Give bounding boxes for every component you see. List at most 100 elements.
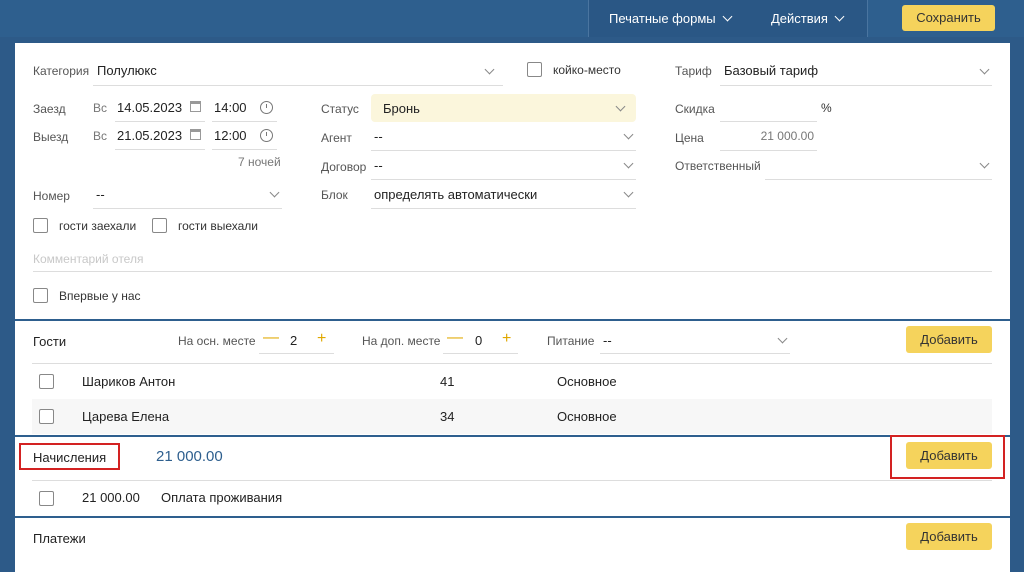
guests-in-checkbox[interactable] xyxy=(33,218,48,233)
table-row[interactable]: 21 000.00 Оплата проживания xyxy=(32,481,992,515)
guest-checkbox[interactable] xyxy=(39,409,54,424)
agent-select[interactable]: -- xyxy=(371,124,636,150)
contract-select[interactable]: -- xyxy=(371,153,636,179)
clock-icon[interactable] xyxy=(260,129,273,142)
main-place-label: На осн. месте xyxy=(178,334,256,348)
top-menu: Печатные формы Действия xyxy=(588,0,868,37)
block-select[interactable]: определять автоматически xyxy=(371,182,636,208)
payments-divider xyxy=(15,516,1010,518)
tariff-select[interactable]: Базовый тариф xyxy=(720,58,992,85)
guests-title: Гости xyxy=(33,334,67,349)
guest-age: 41 xyxy=(440,374,455,389)
table-row[interactable]: Шариков Антон 41 Основное xyxy=(32,364,992,399)
extra-place-underline xyxy=(443,353,518,354)
block-label: Блок xyxy=(321,188,348,202)
checkout-date-input[interactable]: 21.05.2023 xyxy=(115,123,205,149)
guest-place: Основное xyxy=(557,374,617,389)
table-row[interactable]: Царева Елена 34 Основное xyxy=(32,399,992,434)
checkout-label: Выезд xyxy=(33,130,69,144)
block-underline xyxy=(371,208,636,209)
guests-out-label: гости выехали xyxy=(178,219,258,233)
plus-icon[interactable]: + xyxy=(502,330,511,348)
charge-amount: 21 000.00 xyxy=(82,490,140,505)
meal-value: -- xyxy=(603,333,612,348)
tariff-value: Базовый тариф xyxy=(724,63,819,78)
save-button[interactable]: Сохранить xyxy=(902,5,995,31)
discount-underline xyxy=(720,121,817,122)
checkin-date-underline xyxy=(115,121,205,122)
tariff-label: Тариф xyxy=(675,64,712,78)
chevron-down-icon xyxy=(623,158,634,169)
checkin-time-input[interactable]: 14:00 xyxy=(212,95,277,121)
first-time-checkbox[interactable] xyxy=(33,288,48,303)
checkout-time-underline xyxy=(212,149,277,150)
checkout-date-value: 21.05.2023 xyxy=(117,128,183,143)
charges-total: 21 000.00 xyxy=(156,448,223,465)
checkout-date-underline xyxy=(115,149,205,150)
meal-select[interactable]: -- xyxy=(600,328,790,353)
add-payment-button[interactable]: Добавить xyxy=(906,523,992,550)
bed-place-checkbox[interactable] xyxy=(527,62,542,77)
checkout-time-input[interactable]: 12:00 xyxy=(212,123,277,149)
calendar-icon[interactable] xyxy=(190,101,201,112)
plus-icon[interactable]: + xyxy=(317,330,326,348)
category-value: Полулюкс xyxy=(97,63,157,78)
contract-label: Договор xyxy=(321,160,367,174)
price-value: 21 000.00 xyxy=(760,129,814,143)
guests-divider xyxy=(15,319,1010,321)
nights-count: 7 ночей xyxy=(238,155,281,169)
chevron-down-icon xyxy=(777,333,788,344)
actions-menu[interactable]: Действия xyxy=(771,0,845,37)
chevron-down-icon xyxy=(722,11,733,22)
discount-input[interactable] xyxy=(720,95,817,121)
checkin-time-value: 14:00 xyxy=(214,100,247,115)
top-bar: Печатные формы Действия Сохранить xyxy=(0,0,1024,37)
discount-label: Скидка xyxy=(675,102,715,116)
clock-icon[interactable] xyxy=(260,101,273,114)
contract-value: -- xyxy=(374,158,383,173)
status-value: Бронь xyxy=(383,101,420,116)
calendar-icon[interactable] xyxy=(190,129,201,140)
add-guest-button[interactable]: Добавить xyxy=(906,326,992,353)
charges-title: Начисления xyxy=(33,450,107,465)
checkout-time-value: 12:00 xyxy=(214,128,247,143)
discount-unit: % xyxy=(821,101,832,115)
guest-name: Царева Елена xyxy=(82,409,170,424)
category-label: Категория xyxy=(33,64,90,78)
charge-checkbox[interactable] xyxy=(39,491,54,506)
print-forms-label: Печатные формы xyxy=(609,11,716,26)
room-select[interactable]: -- xyxy=(93,182,282,208)
agent-value: -- xyxy=(374,129,383,144)
room-value: -- xyxy=(96,187,105,202)
guest-checkbox[interactable] xyxy=(39,374,54,389)
guests-out-checkbox[interactable] xyxy=(152,218,167,233)
price-label: Цена xyxy=(675,131,704,145)
extra-place-label: На доп. месте xyxy=(362,334,441,348)
checkin-time-underline xyxy=(212,121,277,122)
guest-place: Основное xyxy=(557,409,617,424)
category-select[interactable]: Полулюкс xyxy=(93,58,503,85)
meal-underline xyxy=(600,353,790,354)
chevron-down-icon xyxy=(979,158,990,169)
chevron-down-icon xyxy=(834,11,845,22)
payments-title: Платежи xyxy=(33,531,86,546)
booking-panel: Категория Полулюкс койко-место Тариф Баз… xyxy=(15,43,1010,572)
block-value: определять автоматически xyxy=(374,187,538,202)
add-charge-button[interactable]: Добавить xyxy=(906,442,992,469)
room-underline xyxy=(93,208,282,209)
extra-place-value: 0 xyxy=(475,333,483,348)
responsible-select[interactable] xyxy=(765,153,992,179)
agent-underline xyxy=(371,150,636,151)
main-place-underline xyxy=(259,353,334,354)
comment-input[interactable]: Комментарий отеля xyxy=(33,247,992,271)
guests-in-label: гости заехали xyxy=(59,219,137,233)
minus-icon[interactable]: — xyxy=(263,329,279,347)
minus-icon[interactable]: — xyxy=(447,329,463,347)
print-forms-menu[interactable]: Печатные формы xyxy=(609,0,733,37)
checkin-date-input[interactable]: 14.05.2023 xyxy=(115,95,205,121)
price-input[interactable]: 21 000.00 xyxy=(720,124,817,150)
room-label: Номер xyxy=(33,189,70,203)
status-label: Статус xyxy=(321,102,359,116)
tariff-underline xyxy=(720,85,992,86)
status-select[interactable]: Бронь xyxy=(371,94,636,122)
